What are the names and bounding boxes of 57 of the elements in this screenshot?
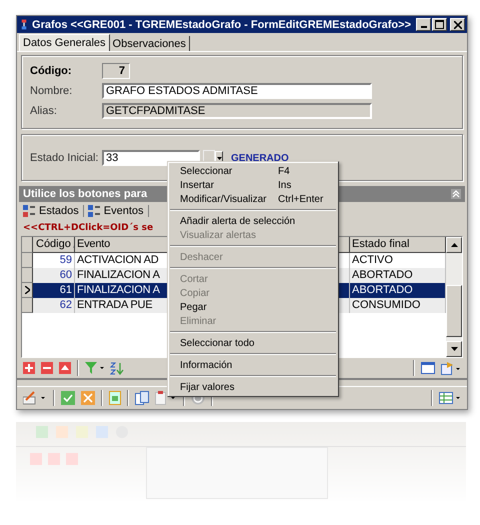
field-label: Nombre: bbox=[30, 85, 74, 97]
minimize-icon bbox=[420, 26, 426, 28]
caption-text: Utilice los botones para bbox=[23, 188, 148, 200]
column-header[interactable]: Código bbox=[33, 237, 75, 253]
menu-item[interactable]: Pegar bbox=[170, 300, 336, 314]
scroll-down-icon[interactable] bbox=[450, 347, 458, 351]
grid-icon[interactable] bbox=[439, 392, 461, 404]
double-chevron-icon bbox=[452, 190, 460, 198]
list-icon bbox=[88, 205, 100, 217]
window-title: Grafos <<GRE001 - TGREMEstadoGrafo - FormEditGREMEstadoGrafo>> bbox=[32, 18, 411, 30]
current-row-icon bbox=[24, 286, 30, 294]
states-icon bbox=[23, 205, 35, 217]
menu-item[interactable]: Seleccionar todo bbox=[170, 336, 336, 350]
copy-icon[interactable] bbox=[135, 391, 149, 405]
field-label: Estado Inicial: bbox=[30, 152, 100, 164]
row-header[interactable] bbox=[22, 298, 33, 313]
maximize-button[interactable] bbox=[432, 18, 447, 31]
edit-icon[interactable] bbox=[23, 391, 47, 405]
collapse-button[interactable] bbox=[451, 189, 461, 199]
column-header[interactable]: Estado final bbox=[350, 237, 446, 253]
maximize-icon bbox=[435, 20, 444, 29]
menu-item[interactable]: Información bbox=[170, 358, 336, 372]
row-header[interactable] bbox=[22, 283, 33, 298]
table-cell: 62 bbox=[33, 298, 75, 313]
add-icon[interactable] bbox=[23, 362, 35, 374]
menu-item[interactable]: Seleccionar F4 bbox=[170, 164, 336, 178]
name-field[interactable]: GRAFO ESTADOS ADMITASE bbox=[102, 83, 372, 99]
field-label: Alias: bbox=[30, 105, 58, 117]
menu-item[interactable]: Modificar/Visualizar Ctrl+Enter bbox=[170, 192, 336, 206]
field-label: Código: bbox=[30, 65, 73, 77]
scrollbar[interactable] bbox=[446, 237, 462, 357]
code-field: 7 bbox=[102, 63, 130, 79]
scroll-up-icon[interactable] bbox=[450, 243, 458, 247]
minimize-button[interactable] bbox=[416, 18, 431, 31]
tab[interactable]: Datos Generales bbox=[19, 34, 110, 51]
close-icon bbox=[454, 20, 462, 28]
check-icon[interactable] bbox=[61, 391, 75, 405]
sort-az-icon[interactable] bbox=[110, 362, 124, 374]
row-header[interactable] bbox=[22, 268, 33, 283]
toolbar-tab[interactable]: Estados bbox=[21, 205, 84, 217]
hint-text: <<CTRL+DClick=OID´s se bbox=[22, 222, 154, 235]
alias-field: GETCFPADMITASE bbox=[102, 103, 372, 119]
export-icon[interactable] bbox=[441, 362, 461, 374]
app-icon bbox=[21, 18, 28, 31]
menu-item[interactable]: Añadir alerta de selección bbox=[170, 214, 336, 228]
paste-icon[interactable] bbox=[155, 391, 177, 405]
window-icon[interactable] bbox=[421, 362, 435, 374]
toolbar-tab[interactable]: Eventos bbox=[86, 205, 148, 217]
state-description: GENERADO bbox=[231, 152, 289, 164]
move-up-icon[interactable] bbox=[59, 362, 71, 374]
close-button[interactable] bbox=[450, 18, 465, 31]
filter-icon[interactable] bbox=[85, 362, 104, 374]
row-header[interactable] bbox=[22, 253, 33, 268]
remove-icon[interactable] bbox=[41, 362, 53, 374]
menu-item[interactable]: Fijar valores bbox=[170, 380, 336, 394]
row-header bbox=[22, 237, 33, 253]
menu-item[interactable]: Insertar Ins bbox=[170, 178, 336, 192]
